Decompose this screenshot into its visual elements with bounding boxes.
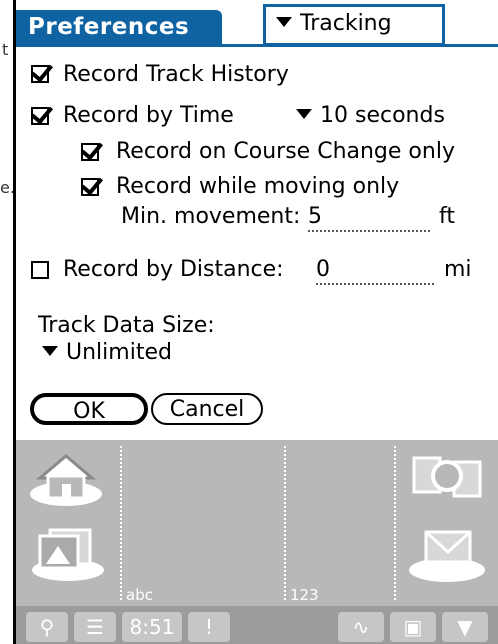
while-moving-checkbox[interactable] <box>81 178 99 196</box>
cancel-button[interactable]: Cancel <box>151 393 263 425</box>
input-area-toggle-icon[interactable]: ▼ <box>442 612 488 642</box>
triangle-down-icon <box>296 109 312 119</box>
graffiti-divider <box>284 446 286 600</box>
graffiti-abc-label: abc <box>126 586 153 604</box>
time-interval-dropdown[interactable]: 10 seconds <box>296 103 445 128</box>
min-movement-label: Min. movement: <box>121 204 301 229</box>
find-icon[interactable]: ⚲ <box>26 612 68 642</box>
record-track-history-checkbox[interactable] <box>31 65 49 83</box>
course-change-label: Record on Course Change only <box>116 139 455 164</box>
home-icon[interactable] <box>26 448 106 508</box>
category-dropdown[interactable]: Tracking <box>263 4 445 46</box>
distance-unit: mi <box>444 257 472 282</box>
min-movement-unit: ft <box>439 204 455 229</box>
stray-text-t: t <box>2 40 9 59</box>
record-by-time-label: Record by Time <box>63 103 234 128</box>
min-movement-value: 5 <box>308 204 322 229</box>
graffiti-area[interactable]: abc 123 <box>16 440 498 606</box>
mail-icon[interactable] <box>404 524 490 584</box>
track-data-size-dropdown[interactable]: Unlimited <box>42 340 172 365</box>
alert-icon[interactable]: ! <box>188 612 230 642</box>
ok-button[interactable]: OK <box>30 393 148 425</box>
category-label: Tracking <box>300 11 392 36</box>
record-by-distance-checkbox[interactable] <box>31 261 49 279</box>
graffiti-divider <box>120 446 122 600</box>
graffiti-divider <box>394 446 396 600</box>
display-toggle-icon[interactable]: ▣ <box>390 612 436 642</box>
track-data-size-value: Unlimited <box>66 340 172 365</box>
graffiti-toggle-icon[interactable]: ∿ <box>338 612 384 642</box>
status-bar: ⚲ ☰ 8:51 ! ∿ ▣ ▼ <box>16 606 498 644</box>
track-data-size-label: Track Data Size: <box>38 313 215 338</box>
graffiti-123-label: 123 <box>290 586 319 604</box>
course-change-checkbox[interactable] <box>81 143 99 161</box>
triangle-down-icon <box>42 346 58 356</box>
record-by-distance-label: Record by Distance: <box>63 257 284 282</box>
palm-device: Preferences Tracking Record Track Histor… <box>13 0 498 644</box>
hotsync-icon[interactable] <box>406 450 488 506</box>
record-by-time-checkbox[interactable] <box>31 107 49 125</box>
while-moving-label: Record while moving only <box>116 174 400 199</box>
distance-field[interactable]: 0 <box>316 257 434 285</box>
applications-icon[interactable] <box>28 520 108 582</box>
distance-value: 0 <box>316 257 330 282</box>
form-title: Preferences <box>16 10 222 44</box>
time-interval-value: 10 seconds <box>320 103 445 128</box>
menu-icon[interactable]: ☰ <box>74 612 116 642</box>
clock-display[interactable]: 8:51 <box>122 612 182 642</box>
record-track-history-label: Record Track History <box>63 62 289 87</box>
min-movement-field[interactable]: 5 <box>308 204 430 232</box>
triangle-down-icon <box>276 17 292 27</box>
